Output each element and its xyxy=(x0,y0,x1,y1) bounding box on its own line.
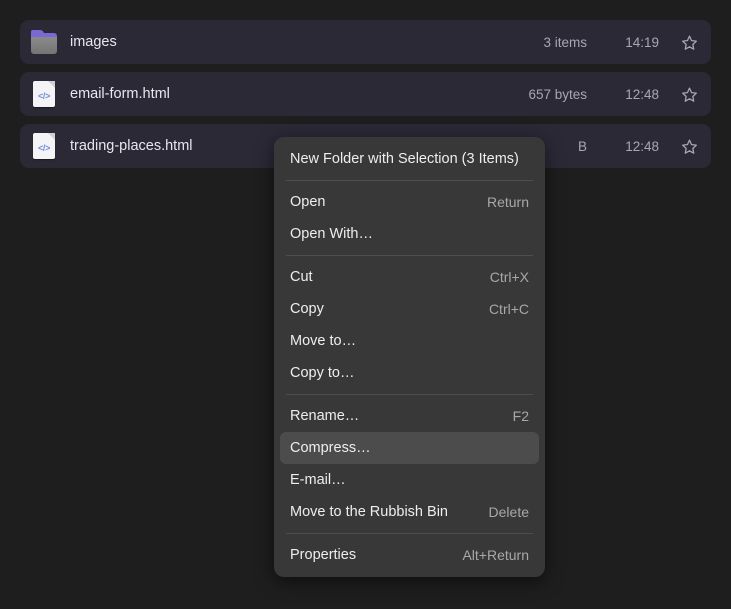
menu-item-label: Move to… xyxy=(290,333,357,349)
file-name: email-form.html xyxy=(70,86,170,102)
menu-separator xyxy=(286,533,533,534)
menu-item-label: Copy xyxy=(290,301,324,317)
context-menu[interactable]: New Folder with Selection (3 Items) Open R… xyxy=(274,137,545,577)
file-size: B xyxy=(577,138,587,154)
menu-item-e-mail[interactable]: E-mail… xyxy=(280,464,539,496)
file-name: images xyxy=(70,34,117,50)
menu-item-move-to-the-rubbish-bin[interactable]: Move to the Rubbish Bin Delete xyxy=(280,496,539,528)
menu-separator xyxy=(286,255,533,256)
menu-item-copy-to[interactable]: Copy to… xyxy=(280,357,539,389)
menu-item-shortcut: Return xyxy=(486,194,529,210)
menu-item-rename[interactable]: Rename… F2 xyxy=(280,400,539,432)
menu-item-shortcut: Alt+Return xyxy=(462,547,529,563)
menu-item-label: Open With… xyxy=(290,226,373,242)
menu-item-label: E-mail… xyxy=(290,472,346,488)
menu-item-shortcut: Delete xyxy=(488,504,529,520)
file-modified-time: 14:19 xyxy=(625,34,659,50)
menu-item-cut[interactable]: Cut Ctrl+X xyxy=(280,261,539,293)
star-outline-icon[interactable] xyxy=(679,32,699,52)
menu-item-compress[interactable]: Compress… xyxy=(280,432,539,464)
menu-item-label: Open xyxy=(290,194,326,210)
menu-item-properties[interactable]: Properties Alt+Return xyxy=(280,539,539,571)
menu-item-label: Properties xyxy=(290,547,357,563)
menu-item-label: Rename… xyxy=(290,408,360,424)
menu-item-label: Cut xyxy=(290,269,313,285)
menu-item-label: Compress… xyxy=(290,440,371,456)
menu-separator xyxy=(286,394,533,395)
menu-item-label: Copy to… xyxy=(290,365,355,381)
html-file-icon: </> xyxy=(30,80,58,108)
table-row[interactable]: </> email-form.html 657 bytes 12:48 xyxy=(20,72,711,116)
menu-item-shortcut: F2 xyxy=(512,408,529,424)
file-modified-time: 12:48 xyxy=(625,86,659,102)
file-size: 3 items xyxy=(543,34,587,50)
folder-icon xyxy=(30,28,58,56)
star-outline-icon[interactable] xyxy=(679,84,699,104)
menu-separator xyxy=(286,180,533,181)
code-glyph: </> xyxy=(37,143,51,153)
star-outline-icon[interactable] xyxy=(679,136,699,156)
menu-item-copy[interactable]: Copy Ctrl+C xyxy=(280,293,539,325)
menu-item-open[interactable]: Open Return xyxy=(280,186,539,218)
context-menu-items: New Folder with Selection (3 Items) Open R… xyxy=(274,143,545,571)
table-row[interactable]: images 3 items 14:19 xyxy=(20,20,711,64)
html-file-icon: </> xyxy=(30,132,58,160)
code-glyph: </> xyxy=(37,91,51,101)
menu-item-open-with[interactable]: Open With… xyxy=(280,218,539,250)
menu-item-label: New Folder with Selection (3 Items) xyxy=(290,151,519,167)
menu-item-shortcut: Ctrl+C xyxy=(488,301,529,317)
menu-item-new-folder-with-selection-3-items[interactable]: New Folder with Selection (3 Items) xyxy=(280,143,539,175)
menu-item-label: Move to the Rubbish Bin xyxy=(290,504,448,520)
file-modified-time: 12:48 xyxy=(625,138,659,154)
menu-item-move-to[interactable]: Move to… xyxy=(280,325,539,357)
file-size: 657 bytes xyxy=(528,86,587,102)
menu-item-shortcut: Ctrl+X xyxy=(489,269,529,285)
